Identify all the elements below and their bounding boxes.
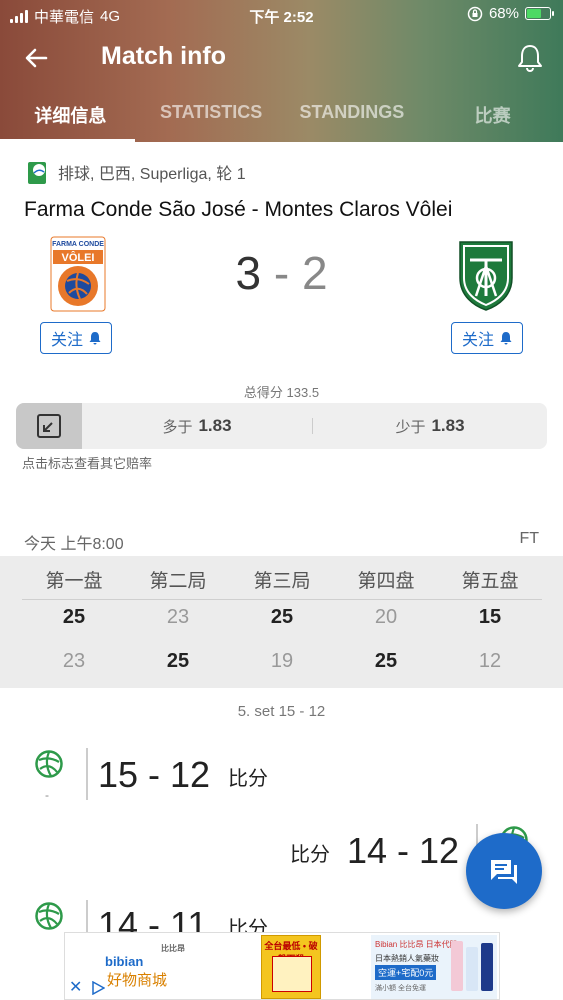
match-title: Farma Conde São José - Montes Claros Vôl…: [24, 198, 453, 221]
battery-icon: [525, 7, 554, 20]
set-header-row: 第一盘 第二局 第三局 第四盘 第五盘: [22, 566, 542, 600]
status-bar: 中華電信 4G 下午 2:52 68%: [0, 0, 563, 30]
home-score: 3: [235, 247, 262, 299]
battery-percent: 68%: [488, 5, 519, 22]
set-header: 第二局: [149, 571, 207, 592]
event-score: 14 - 12: [347, 830, 460, 871]
odds-over-value: 1.83: [198, 416, 232, 435]
ad-product: [451, 941, 463, 991]
set-header: 第一盘: [45, 571, 103, 592]
ad-brand-sub: 好物商城: [107, 969, 167, 990]
match-date: 今天 上午8:00: [24, 536, 124, 553]
ad-panel-line2: 日本熱銷人氣藥妝: [375, 954, 439, 963]
volleyball-sport-icon: [28, 162, 46, 184]
title-bar: Match info: [0, 36, 563, 80]
home-set-score: 15: [478, 606, 502, 628]
match-date-row: 今天 上午8:00 FT: [24, 530, 539, 554]
competition-breadcrumb[interactable]: 排球, 巴西, Superliga, 轮 1: [28, 160, 246, 184]
odds-over-label: 多于: [162, 418, 193, 436]
home-set-score: 25: [270, 606, 294, 628]
set-header: 第四盘: [357, 571, 415, 592]
page-title: Match info: [101, 42, 226, 70]
ad-product: [466, 947, 478, 991]
event-label: 比分: [290, 844, 330, 866]
follow-away-label: 关注: [461, 332, 494, 349]
odds-provider-button[interactable]: [16, 403, 82, 449]
odds-under-cell[interactable]: 少于 1.83: [313, 403, 547, 449]
away-set-row: 23 25 19 25 12: [22, 650, 542, 686]
set-header: 第三局: [253, 571, 311, 592]
ad-panel-line1: Bibian 比比昂 日本代購: [375, 940, 458, 949]
ad-panel-line4: 滿小額 全台免運: [375, 985, 426, 992]
odds-under-label: 少于: [395, 418, 426, 436]
tab-details[interactable]: 详细信息: [0, 92, 141, 142]
ad-panel-line3: 空運+宅配0元: [375, 965, 437, 980]
tab-bar: 详细信息 STATISTICS STANDINGS 比赛: [0, 92, 563, 142]
away-set-score: 19: [270, 650, 294, 672]
set-header: 第五盘: [461, 571, 519, 592]
ad-product-image: 全台最低 • 破盤下殺: [261, 935, 321, 999]
expand-icon: [37, 414, 61, 438]
odds-hint: 点击标志查看其它赔率: [22, 456, 153, 471]
home-set-score: 23: [166, 606, 190, 628]
final-score: 3 - 2: [0, 246, 563, 300]
ad-brand-top: 比比昂: [161, 944, 185, 953]
home-set-score: 25: [62, 606, 86, 628]
bell-icon: [500, 332, 512, 345]
ad-brand: 比比昂 bibian: [105, 943, 185, 969]
app-header: 中華電信 4G 下午 2:52 68% Match info 详细信息 STAT…: [0, 0, 563, 142]
ad-panel: Bibian 比比昂 日本代購 日本熱銷人氣藥妝 空運+宅配0元 滿小額 全台免…: [371, 935, 497, 999]
competition-label: 排球, 巴西, Superliga, 轮 1: [58, 166, 246, 183]
orientation-lock-icon: [467, 6, 483, 21]
follow-home-button[interactable]: 关注: [40, 322, 112, 354]
match-status: FT: [519, 530, 539, 547]
ad-brand-name: bibian: [105, 954, 144, 969]
advertisement-banner[interactable]: 比比昂 bibian 好物商城 全台最低 • 破盤下殺 Bibian 比比昂 日…: [64, 932, 500, 1000]
ad-product: [481, 943, 493, 991]
battery-fill: [527, 9, 542, 18]
bell-icon: [89, 332, 101, 345]
ad-choices-icon[interactable]: [91, 981, 105, 995]
ad-product-box: [272, 956, 312, 992]
back-arrow-icon[interactable]: [20, 42, 52, 74]
ad-brand-sub-text: 好物商城: [107, 972, 168, 989]
away-set-score: 25: [166, 650, 190, 672]
event-label: 比分: [228, 768, 268, 790]
away-set-score: 25: [374, 650, 398, 672]
follow-away-button[interactable]: 关注: [451, 322, 523, 354]
current-set-label: 5. set 15 - 12: [237, 703, 326, 720]
chat-icon: [491, 860, 517, 884]
odds-bar: 多于 1.83 少于 1.83: [16, 403, 547, 449]
tab-statistics[interactable]: STATISTICS: [141, 92, 282, 142]
home-set-score: 20: [374, 606, 398, 628]
timeline-line: [86, 748, 88, 800]
tab-standings[interactable]: STANDINGS: [282, 92, 423, 142]
home-set-row: 25 23 25 20 15: [22, 606, 542, 642]
away-set-score: 12: [478, 650, 502, 672]
bell-icon[interactable]: [515, 42, 545, 74]
odds-under-value: 1.83: [431, 416, 465, 435]
away-score: 2: [301, 247, 328, 299]
score-separator: -: [273, 247, 290, 299]
follow-home-label: 关注: [50, 332, 83, 349]
total-points-label: 总得分 133.5: [243, 385, 320, 400]
away-set-score: 23: [62, 650, 86, 672]
status-right: 68%: [467, 5, 554, 22]
odds-over-cell[interactable]: 多于 1.83: [82, 403, 312, 449]
volleyball-icon: [35, 902, 63, 930]
event-score: 15 - 12: [98, 754, 211, 795]
event-marker: -: [45, 788, 49, 802]
set-scores-table: 第一盘 第二局 第三局 第四盘 第五盘 25 23 25 20 15 23 25…: [0, 556, 563, 688]
tab-matches[interactable]: 比赛: [422, 92, 563, 142]
volleyball-icon: [35, 750, 63, 778]
ad-close-button[interactable]: ✕: [69, 977, 82, 997]
chat-button[interactable]: [466, 833, 542, 909]
